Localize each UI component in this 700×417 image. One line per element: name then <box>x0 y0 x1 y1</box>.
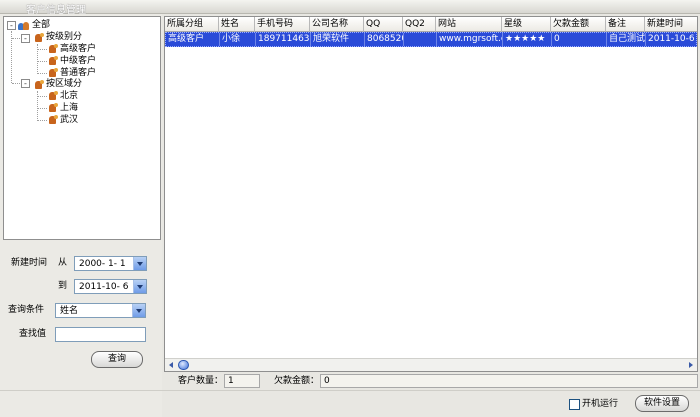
customer-count-value: 1 <box>224 374 260 388</box>
column-header-note[interactable]: 备注 <box>606 17 645 32</box>
column-header-created[interactable]: 新建时间 <box>645 17 697 32</box>
cell-name: 小徐 <box>220 33 256 46</box>
user-icon <box>48 68 58 78</box>
user-icon <box>48 103 58 113</box>
cell-note: 自己测试 <box>609 33 646 46</box>
column-header-company[interactable]: 公司名称 <box>310 17 364 32</box>
table-header: 所属分组 姓名 手机号码 公司名称 QQ QQ2 网站 星级 欠款金额 备注 新… <box>165 17 697 32</box>
column-header-rating[interactable]: 星级 <box>502 17 551 32</box>
autostart-label: 开机运行 <box>582 399 619 409</box>
column-header-qq2[interactable]: QQ2 <box>403 17 436 32</box>
title-bar: 客户信息管理 <box>0 0 700 16</box>
cell-debt: 0 <box>552 33 607 46</box>
column-header-mobile[interactable]: 手机号码 <box>255 17 310 32</box>
settings-button[interactable]: 软件设置 <box>635 395 689 412</box>
tree-connector <box>37 61 47 62</box>
user-icon <box>34 80 44 90</box>
status-bar: 客户数量： 1 欠款金额： 0 <box>164 374 698 389</box>
condition-label: 查询条件 <box>8 305 45 315</box>
chevron-down-icon[interactable] <box>133 280 146 293</box>
customer-table[interactable]: 所属分组 姓名 手机号码 公司名称 QQ QQ2 网站 星级 欠款金额 备注 新… <box>164 16 698 372</box>
tree-connector <box>37 120 47 121</box>
cell-qq2 <box>404 33 437 46</box>
root-collapse-toggle[interactable]: - <box>7 21 16 30</box>
cell-rating: ★★★★★ <box>503 33 552 46</box>
tree-item-by-region[interactable]: 按区域分 <box>46 78 82 90</box>
cell-qq: 80685201 <box>365 33 404 46</box>
scroll-right-icon[interactable] <box>686 360 696 370</box>
tree-connector <box>37 49 47 50</box>
condition-select[interactable]: 姓名 <box>55 303 146 318</box>
level-group-collapse-toggle[interactable]: - <box>21 34 30 43</box>
query-button[interactable]: 查询 <box>91 351 143 368</box>
customer-count-label: 客户数量： <box>178 376 224 386</box>
user-icon <box>48 44 58 54</box>
to-label: 到 <box>58 281 68 291</box>
condition-value: 姓名 <box>60 306 79 316</box>
from-date-value: 2000- 1- 1 <box>79 259 126 269</box>
debt-total-label: 欠款金额： <box>274 376 320 386</box>
user-icon <box>48 115 58 125</box>
column-header-debt[interactable]: 欠款金额 <box>551 17 606 32</box>
from-label: 从 <box>58 258 68 268</box>
tree-item-wuhan[interactable]: 武汉 <box>60 114 78 126</box>
debt-total-value: 0 <box>320 374 698 388</box>
chevron-down-icon[interactable] <box>133 257 146 270</box>
search-value-label: 查找值 <box>19 329 47 339</box>
tree-connector <box>37 108 47 109</box>
tree-item-senior-customers[interactable]: 高级客户 <box>60 43 96 55</box>
user-icon <box>48 56 58 66</box>
user-icon <box>34 33 44 43</box>
to-date-value: 2011-10- 6 <box>79 282 129 292</box>
region-group-collapse-toggle[interactable]: - <box>21 79 30 88</box>
group-icon <box>18 21 29 31</box>
column-header-name[interactable]: 姓名 <box>219 17 255 32</box>
from-date-picker[interactable]: 2000- 1- 1 <box>74 256 147 271</box>
tree-item-by-level[interactable]: 按级别分 <box>46 31 82 43</box>
user-icon <box>48 91 58 101</box>
tree-connector <box>37 73 47 74</box>
cell-mobile: 18971146371 <box>258 33 311 46</box>
chevron-down-icon[interactable] <box>132 304 145 317</box>
scroll-thumb[interactable] <box>178 360 189 370</box>
scroll-left-icon[interactable] <box>166 360 176 370</box>
tree-item-shanghai[interactable]: 上海 <box>60 102 78 114</box>
table-row[interactable]: 高级客户 小徐 18971146371 旭荣软件 80685201 www.mg… <box>165 32 697 47</box>
cell-company: 旭荣软件 <box>311 33 365 46</box>
divider <box>0 390 700 391</box>
tree-connector <box>37 96 47 97</box>
column-header-group[interactable]: 所属分组 <box>165 17 219 32</box>
search-value-input[interactable] <box>55 327 146 342</box>
tree-item-mid-customers[interactable]: 中级客户 <box>60 55 96 67</box>
column-header-qq[interactable]: QQ <box>364 17 403 32</box>
tree-item-beijing[interactable]: 北京 <box>60 90 78 102</box>
category-tree[interactable]: - 全部 - 按级别分 高级客户 中级客户 普通客户 - 按区域分 北京 上海 … <box>3 16 161 240</box>
tree-item-all[interactable]: 全部 <box>32 19 50 31</box>
cell-website: www.mgrsoft.com <box>437 33 503 46</box>
to-date-picker[interactable]: 2011-10- 6 <box>74 279 147 294</box>
cell-created: 2011-10-6 <box>648 34 695 44</box>
horizontal-scrollbar[interactable] <box>165 358 697 371</box>
created-time-label: 新建时间 <box>11 258 48 268</box>
column-header-website[interactable]: 网站 <box>436 17 502 32</box>
cell-group: 高级客户 <box>166 33 220 46</box>
autostart-checkbox[interactable] <box>569 399 580 410</box>
